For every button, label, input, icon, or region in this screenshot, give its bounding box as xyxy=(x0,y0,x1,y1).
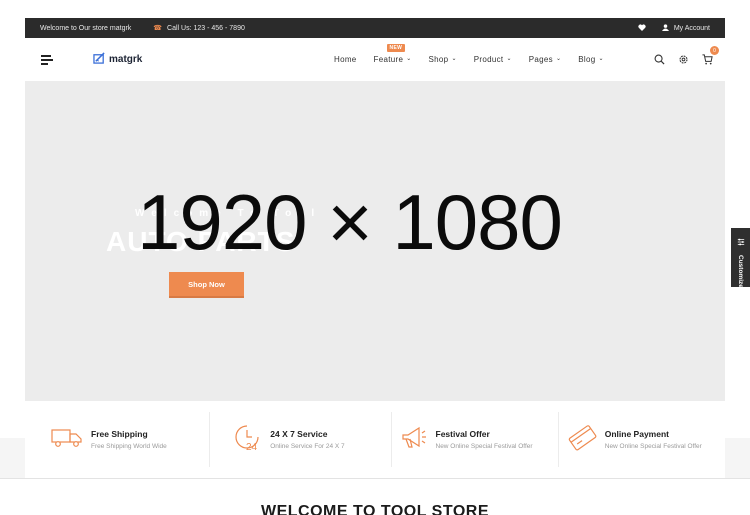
nav-feature-label: Feature xyxy=(373,55,404,64)
main-nav: Home NEW Feature ⌄ Shop ⌄ Product ⌄ Pages ⌄… xyxy=(334,38,604,81)
phone-text: Call Us: 123 - 456 - 7890 xyxy=(167,24,245,32)
feature-desc: New Online Special Festival Offer xyxy=(435,443,533,450)
chevron-down-icon: ⌄ xyxy=(451,56,457,62)
section-title: WELCOME TO TOOL STORE xyxy=(261,503,489,515)
hero-image-placeholder: 1920 × 1080 xyxy=(137,178,563,266)
sliders-icon xyxy=(737,233,745,251)
nav-feature[interactable]: NEW Feature ⌄ xyxy=(373,44,412,64)
cart-button[interactable]: 0 xyxy=(702,46,719,70)
logo-text: matgrk xyxy=(109,54,143,65)
nav-shop-label: Shop xyxy=(428,55,449,64)
truck-icon xyxy=(51,426,83,453)
feature-title: Festival Offer xyxy=(435,429,490,439)
feature-festival-offer: Festival Offer New Online Special Festiv… xyxy=(392,412,559,467)
divider xyxy=(0,478,750,479)
site-logo[interactable]: matgrk xyxy=(93,52,142,67)
wishlist-icon[interactable] xyxy=(638,24,646,33)
nav-pages-label: Pages xyxy=(528,55,553,64)
feature-desc: Online Service For 24 X 7 xyxy=(270,443,345,450)
chevron-down-icon: ⌄ xyxy=(506,56,512,62)
customize-label: Customize xyxy=(737,255,744,288)
header-icons: 0 xyxy=(654,46,719,70)
cart-count-badge: 0 xyxy=(710,46,719,55)
logo-icon xyxy=(93,52,106,67)
features-bar: Free Shipping Free Shipping World Wide 2… xyxy=(25,401,725,478)
search-icon[interactable] xyxy=(654,52,665,70)
phone-info: ☎ Call Us: 123 - 456 - 7890 xyxy=(153,24,245,33)
cart-icon xyxy=(702,52,713,69)
feature-online-payment: Online Payment New Online Special Festiv… xyxy=(559,412,725,467)
feature-title: 24 X 7 Service xyxy=(270,429,328,439)
nav-home-label: Home xyxy=(334,55,357,64)
clock-24-icon: 24 xyxy=(232,422,262,457)
chevron-down-icon: ⌄ xyxy=(406,56,412,62)
hero-banner: Welcome To Tool AUTO PARTS 1920 × 1080 S… xyxy=(25,81,725,401)
nav-blog-label: Blog xyxy=(578,55,596,64)
nav-home[interactable]: Home xyxy=(334,55,357,64)
nav-pages[interactable]: Pages ⌄ xyxy=(529,55,562,64)
chevron-down-icon: ⌄ xyxy=(555,56,562,62)
welcome-text: Welcome to Our store matgrk xyxy=(40,24,132,32)
main-header: matgrk Home NEW Feature ⌄ Shop ⌄ Product ⌄… xyxy=(25,38,725,81)
nav-product-label: Product xyxy=(473,55,504,64)
nav-product[interactable]: Product ⌄ xyxy=(474,55,512,64)
top-bar: Welcome to Our store matgrk ☎ Call Us: 1… xyxy=(25,18,725,38)
nav-shop[interactable]: Shop ⌄ xyxy=(429,55,457,64)
customize-tab[interactable]: Customize xyxy=(731,228,750,288)
shop-now-button[interactable]: Shop Now xyxy=(169,272,244,296)
chevron-down-icon: ⌄ xyxy=(598,56,604,62)
credit-card-icon xyxy=(567,422,597,457)
svg-text:24: 24 xyxy=(246,442,258,452)
my-account-label: My Account xyxy=(673,24,710,32)
feature-desc: Free Shipping World Wide xyxy=(91,443,167,450)
feature-title: Free Shipping xyxy=(91,429,148,439)
new-badge: NEW xyxy=(386,44,406,52)
feature-free-shipping: Free Shipping Free Shipping World Wide xyxy=(25,412,211,467)
feature-desc: New Online Special Festival Offer xyxy=(604,443,702,450)
gear-icon[interactable] xyxy=(678,52,689,70)
feature-title: Online Payment xyxy=(604,429,669,439)
megaphone-icon xyxy=(400,423,428,456)
phone-icon: ☎ xyxy=(153,25,163,32)
nav-blog[interactable]: Blog ⌄ xyxy=(578,55,604,64)
feature-24x7-service: 24 24 X 7 Service Online Service For 24 … xyxy=(210,412,392,467)
user-icon xyxy=(661,23,669,33)
my-account-link[interactable]: My Account xyxy=(661,23,710,33)
menu-icon[interactable] xyxy=(41,55,53,65)
